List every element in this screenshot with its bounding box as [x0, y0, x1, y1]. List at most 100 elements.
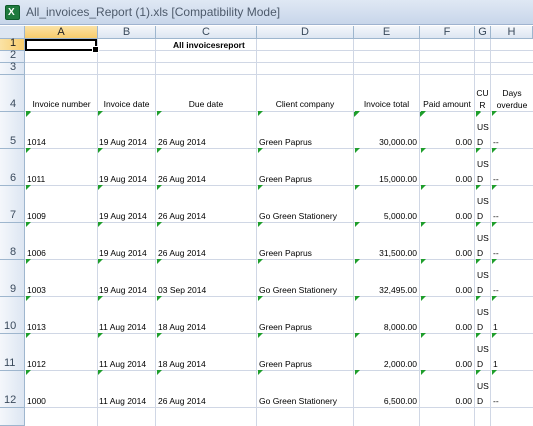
- column-header-c[interactable]: C: [156, 26, 257, 39]
- column-header-a[interactable]: A: [25, 26, 98, 39]
- cell-due-date[interactable]: 26 Aug 2014: [158, 396, 255, 406]
- cell-due-date[interactable]: 26 Aug 2014: [158, 137, 255, 147]
- cell-currency[interactable]: D: [477, 248, 483, 258]
- excel-app-icon[interactable]: X: [5, 5, 20, 20]
- cell-client-company[interactable]: Green Paprus: [259, 137, 353, 147]
- cell-currency[interactable]: D: [477, 211, 483, 221]
- cell-client-company[interactable]: Green Paprus: [259, 359, 353, 369]
- cell-paid-amount[interactable]: 0.00: [420, 137, 472, 147]
- cell-currency[interactable]: US: [477, 122, 489, 132]
- grid-line: [25, 74, 533, 75]
- cell-currency[interactable]: US: [477, 270, 489, 280]
- cell-currency[interactable]: D: [477, 285, 483, 295]
- cell-due-date[interactable]: 26 Aug 2014: [158, 174, 255, 184]
- cell-invoice-number[interactable]: 1013: [27, 322, 95, 332]
- cell-days-overdue[interactable]: --: [493, 211, 531, 221]
- cell-invoice-total[interactable]: 30,000.00: [354, 137, 417, 147]
- row-header-4[interactable]: 4: [0, 75, 25, 112]
- row-header-5[interactable]: 5: [0, 112, 25, 149]
- cell-due-date[interactable]: 26 Aug 2014: [158, 211, 255, 221]
- cell-invoice-date[interactable]: 19 Aug 2014: [99, 174, 155, 184]
- cell-days-overdue[interactable]: --: [493, 137, 531, 147]
- column-header-b[interactable]: B: [98, 26, 156, 39]
- cell-days-overdue[interactable]: 1: [493, 322, 531, 332]
- cell-invoice-number[interactable]: 1009: [27, 211, 95, 221]
- cell-client-company[interactable]: Go Green Stationery: [259, 211, 353, 221]
- column-header-f[interactable]: F: [420, 26, 475, 39]
- cell-due-date[interactable]: 18 Aug 2014: [158, 359, 255, 369]
- cell-invoice-total[interactable]: 5,000.00: [354, 211, 417, 221]
- row-header-8[interactable]: 8: [0, 223, 25, 260]
- cell-invoice-date[interactable]: 19 Aug 2014: [99, 211, 155, 221]
- cell-currency[interactable]: US: [477, 159, 489, 169]
- cell-invoice-date[interactable]: 11 Aug 2014: [99, 396, 155, 406]
- cell-currency[interactable]: D: [477, 396, 483, 406]
- row-header-6[interactable]: 6: [0, 149, 25, 186]
- cell-paid-amount[interactable]: 0.00: [420, 285, 472, 295]
- column-header-h[interactable]: H: [491, 26, 533, 39]
- cell-currency[interactable]: US: [477, 307, 489, 317]
- cell-invoice-date[interactable]: 11 Aug 2014: [99, 322, 155, 332]
- cell-invoice-date[interactable]: 19 Aug 2014: [99, 248, 155, 258]
- cell-due-date[interactable]: 26 Aug 2014: [158, 248, 255, 258]
- column-header-e[interactable]: E: [354, 26, 420, 39]
- error-indicator-icon: [492, 370, 497, 375]
- row-header-13[interactable]: [0, 408, 25, 426]
- cell-due-date[interactable]: 03 Sep 2014: [158, 285, 255, 295]
- cell-client-company[interactable]: Green Paprus: [259, 322, 353, 332]
- row-header-12[interactable]: 12: [0, 371, 25, 408]
- cell-invoice-number[interactable]: 1014: [27, 137, 95, 147]
- row-header-3[interactable]: 3: [0, 61, 25, 75]
- row-header-10[interactable]: 10: [0, 297, 25, 334]
- cell-invoice-total[interactable]: 6,500.00: [354, 396, 417, 406]
- column-header-g[interactable]: G: [475, 26, 491, 39]
- cell-currency[interactable]: US: [477, 233, 489, 243]
- row-header-9[interactable]: 9: [0, 260, 25, 297]
- cell-currency[interactable]: D: [477, 322, 483, 332]
- cell-currency[interactable]: US: [477, 344, 489, 354]
- column-header-d[interactable]: D: [257, 26, 354, 39]
- grid-line: [25, 407, 533, 408]
- cell-invoice-date[interactable]: 19 Aug 2014: [99, 137, 155, 147]
- cell-invoice-number[interactable]: 1011: [27, 174, 95, 184]
- cell-paid-amount[interactable]: 0.00: [420, 359, 472, 369]
- row-header-11[interactable]: 11: [0, 334, 25, 371]
- cell-paid-amount[interactable]: 0.00: [420, 174, 472, 184]
- cell-invoice-total[interactable]: 31,500.00: [354, 248, 417, 258]
- cell-days-overdue[interactable]: 1: [493, 359, 531, 369]
- cell-invoice-date[interactable]: 19 Aug 2014: [99, 285, 155, 295]
- header-invoice-date: Invoice date: [103, 99, 150, 109]
- cell-client-company[interactable]: Green Paprus: [259, 174, 353, 184]
- cell-invoice-number[interactable]: 1000: [27, 396, 95, 406]
- cell-invoice-number[interactable]: 1003: [27, 285, 95, 295]
- cell-invoice-total[interactable]: 2,000.00: [354, 359, 417, 369]
- cell-invoice-total[interactable]: 8,000.00: [354, 322, 417, 332]
- cell-currency[interactable]: D: [477, 359, 483, 369]
- cell-currency[interactable]: US: [477, 196, 489, 206]
- fill-handle[interactable]: [92, 46, 99, 53]
- cell-invoice-total[interactable]: 15,000.00: [354, 174, 417, 184]
- cell-currency[interactable]: US: [477, 381, 489, 391]
- cell-invoice-total[interactable]: 32,495.00: [354, 285, 417, 295]
- cell-client-company[interactable]: Go Green Stationery: [259, 396, 353, 406]
- cell-days-overdue[interactable]: --: [493, 396, 531, 406]
- cell-invoice-number[interactable]: 1012: [27, 359, 95, 369]
- cell-currency[interactable]: D: [477, 174, 483, 184]
- cell-paid-amount[interactable]: 0.00: [420, 322, 472, 332]
- grid-line: [155, 39, 156, 426]
- cell-paid-amount[interactable]: 0.00: [420, 396, 472, 406]
- cell-days-overdue[interactable]: --: [493, 248, 531, 258]
- cell-currency[interactable]: D: [477, 137, 483, 147]
- row-header-7[interactable]: 7: [0, 186, 25, 223]
- cell-invoice-date[interactable]: 11 Aug 2014: [99, 359, 155, 369]
- cell-paid-amount[interactable]: 0.00: [420, 211, 472, 221]
- cell-invoice-number[interactable]: 1006: [27, 248, 95, 258]
- cell-due-date[interactable]: 18 Aug 2014: [158, 322, 255, 332]
- cell-client-company[interactable]: Go Green Stationery: [259, 285, 353, 295]
- error-indicator-icon: [258, 111, 263, 116]
- cell-days-overdue[interactable]: --: [493, 174, 531, 184]
- cell-days-overdue[interactable]: --: [493, 285, 531, 295]
- cell-paid-amount[interactable]: 0.00: [420, 248, 472, 258]
- active-cell-a1[interactable]: [25, 39, 99, 53]
- cell-client-company[interactable]: Green Paprus: [259, 248, 353, 258]
